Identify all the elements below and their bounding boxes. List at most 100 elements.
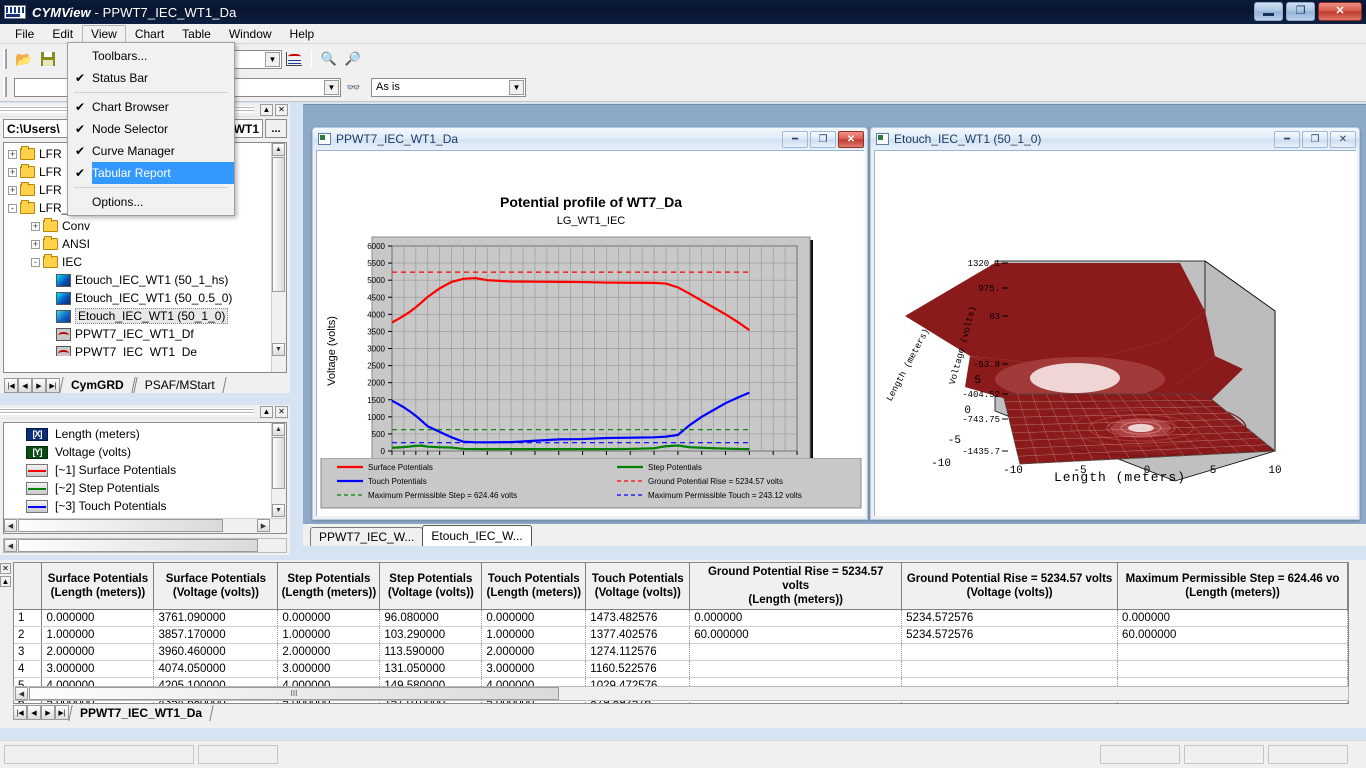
surface-window-titlebar[interactable]: Etouch_IEC_WT1 (50_1_0) ━ ❐ ✕ [871,128,1359,150]
report-tab-prev-button[interactable]: ◀ [27,705,41,720]
table-cell[interactable] [689,660,903,678]
expander-icon[interactable]: + [8,149,17,159]
node-tree-vertical-scrollbar[interactable]: ▲ ▼ [271,143,286,372]
tab-next-button[interactable]: ▶ [32,378,46,393]
report-tab-first-button[interactable]: |◀ [13,705,27,720]
column-header[interactable]: Ground Potential Rise = 5234.57 volts (Le… [689,563,903,610]
curve-hscroll-thumb[interactable] [18,519,223,532]
dock-grip-2[interactable] [0,408,254,415]
toolbar-grip-2[interactable] [3,77,9,97]
report-tab-next-button[interactable]: ▶ [41,705,55,720]
window-minimize-button[interactable] [1254,2,1283,21]
table-cell[interactable]: 0.000000 [41,609,155,627]
tree-item-etouch-50-1-0[interactable]: Etouch_IEC_WT1 (50_1_0) [4,307,270,325]
table-cell[interactable]: 3.000000 [481,660,587,678]
table-cell[interactable]: 1.000000 [481,626,587,644]
scroll-up-button[interactable]: ▲ [272,143,285,156]
table-cell[interactable]: 2.000000 [481,643,587,661]
node-browse-button[interactable]: ... [265,119,287,138]
zoom-out-icon[interactable]: 🔍 [318,48,340,70]
tab-psaf-mstart[interactable]: PSAF/MStart [133,377,225,393]
menu-view[interactable]: View [82,24,126,43]
row-number-cell[interactable]: 2 [14,626,43,644]
curve-list-vertical-scrollbar[interactable]: ▲ ▼ [271,423,286,533]
cm-hscroll-thumb[interactable] [18,539,258,552]
table-cell[interactable]: 0.000000 [689,609,903,627]
chart-restore-button[interactable]: ❐ [810,130,836,148]
tree-item-ppwt7-df[interactable]: PPWT7_IEC_WT1_Df [4,325,270,343]
table-cell[interactable]: 60.000000 [1117,626,1348,644]
window-restore-button[interactable]: ❐ [1286,2,1315,21]
table-cell[interactable]: 1377.402576 [585,626,691,644]
view-menu-options[interactable]: Options... [68,191,234,213]
toolbar-grip[interactable] [3,49,9,69]
surface-close-button[interactable]: ✕ [1330,130,1356,148]
cm-scroll-left-button[interactable]: ◀ [4,539,17,552]
expander-icon[interactable]: + [8,185,17,195]
menu-table[interactable]: Table [173,25,220,43]
table-row[interactable]: 1 0.000000 3761.090000 0.000000 96.080000 0.0… [14,609,1348,627]
tab-prev-button[interactable]: ◀ [18,378,32,393]
column-header[interactable]: Step Potentials (Voltage (volts)) [379,563,483,610]
row-number-header[interactable] [14,563,43,610]
column-header[interactable]: Touch Potentials (Voltage (volts)) [585,563,691,610]
report-close-button[interactable]: ✕ [0,563,11,574]
expander-icon[interactable]: - [8,203,17,213]
menu-edit[interactable]: Edit [43,25,82,43]
chart-minimize-button[interactable]: ━ [782,130,808,148]
curve-scroll-down-button[interactable]: ▼ [272,504,285,517]
tab-last-button[interactable]: ▶| [46,378,60,393]
tree-item-etouch-50-05-0[interactable]: Etouch_IEC_WT1 (50_0.5_0) [4,289,270,307]
curve-manager-close-button[interactable]: ✕ [275,405,288,418]
view-menu-curve-manager[interactable]: ✔ Curve Manager [68,140,234,162]
tree-item-conv[interactable]: + Conv [4,217,270,235]
window-close-button[interactable]: ✕ [1318,2,1362,21]
column-header[interactable]: Surface Potentials (Voltage (volts)) [153,563,279,610]
column-header[interactable]: Surface Potentials (Length (meters)) [41,563,155,610]
table-cell[interactable] [901,660,1119,678]
table-cell[interactable]: 2.000000 [277,643,381,661]
report-scroll-left-button[interactable]: ◀ [15,687,28,700]
table-cell[interactable]: 0.000000 [481,609,587,627]
column-header[interactable]: Maximum Permissible Step = 624.46 vo (Len… [1117,563,1348,610]
table-cell[interactable]: 96.080000 [379,609,483,627]
view-menu-toolbars[interactable]: Toolbars... [68,45,234,67]
chevron-down-icon-3[interactable]: ▼ [509,79,524,95]
menu-file[interactable]: File [6,25,43,43]
menu-chart[interactable]: Chart [126,25,173,43]
curve-manager-pin-button[interactable]: ▲ [260,405,273,418]
table-cell[interactable] [1117,643,1348,661]
view-glasses-icon[interactable]: 👓 [342,76,364,98]
node-selector-pin-button[interactable]: ▲ [260,103,273,116]
report-horizontal-scrollbar[interactable]: ◀ III [13,686,1349,701]
table-cell[interactable]: 1473.482576 [585,609,691,627]
table-cell[interactable]: 103.290000 [379,626,483,644]
expander-icon[interactable]: - [31,257,40,267]
curve-manager-list[interactable]: [X] Length (meters) [Y] Voltage (volts) … [3,422,287,534]
curve-item-surface-potentials[interactable]: [~1] Surface Potentials [4,461,270,479]
table-cell[interactable]: 5234.572576 [901,609,1119,627]
tree-item-ansi[interactable]: + ANSI [4,235,270,253]
chevron-down-icon-2[interactable]: ▼ [324,79,339,95]
curve-scroll-left-button[interactable]: ◀ [4,519,17,532]
table-cell[interactable]: 2.000000 [41,643,155,661]
table-cell[interactable] [1117,660,1348,678]
tab-first-button[interactable]: |◀ [4,378,18,393]
view-menu-tabular-report[interactable]: ✔ Tabular Report [68,162,234,184]
view-menu-status-bar[interactable]: ✔ Status Bar [68,67,234,89]
tree-item-iec[interactable]: - IEC [4,253,270,271]
table-cell[interactable]: 3960.460000 [153,643,279,661]
chart-icon[interactable] [283,48,305,70]
node-selector-close-button[interactable]: ✕ [275,103,288,116]
table-row[interactable]: 2 1.000000 3857.170000 1.000000 103.290000 1.… [14,626,1348,644]
surface-restore-button[interactable]: ❐ [1302,130,1328,148]
folder-open-icon[interactable]: 📂 [13,48,35,70]
table-cell[interactable]: 3857.170000 [153,626,279,644]
table-cell[interactable]: 1274.112576 [585,643,691,661]
column-header[interactable]: Touch Potentials (Length (meters)) [481,563,587,610]
row-number-cell[interactable]: 3 [14,643,43,661]
asis-combo[interactable]: As is ▼ [371,77,526,97]
curve-item-step-potentials[interactable]: [~2] Step Potentials [4,479,270,497]
tree-item-etouch-50-1-hs[interactable]: Etouch_IEC_WT1 (50_1_hs) [4,271,270,289]
menu-window[interactable]: Window [220,25,281,43]
